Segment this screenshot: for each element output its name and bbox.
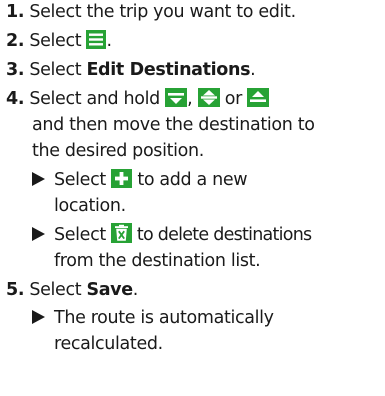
step-text: Select and hold	[29, 89, 166, 109]
bullet-triangle-icon	[32, 172, 45, 186]
substep-text-end: to delete destinations	[132, 225, 312, 245]
step-number: 1.	[6, 2, 25, 22]
substep-text: from the destination list.	[54, 251, 261, 271]
substep-text: Select	[54, 170, 112, 190]
edit-destinations-label: Edit Destinations	[86, 60, 251, 80]
step-number: 4.	[6, 89, 25, 109]
step-4-continued: and then move the destination to	[32, 113, 315, 137]
step-text: and then move the destination to	[32, 115, 315, 135]
separator: ,	[187, 89, 198, 109]
step-4-continued: the desired position.	[32, 139, 204, 163]
substep-text: The route is automatically	[54, 308, 274, 328]
step-4: 4. Select and hold , or	[6, 87, 270, 111]
substep-add-continued: location.	[54, 194, 126, 218]
step-text: the desired position.	[32, 141, 204, 161]
bullet-triangle-icon	[32, 227, 45, 241]
step-1: 1. Select the trip you want to edit.	[6, 0, 296, 24]
step-3: 3. Select Edit Destinations.	[6, 58, 256, 82]
step-number: 2.	[6, 31, 25, 51]
save-label: Save	[86, 280, 133, 300]
step-text-end: .	[250, 60, 256, 80]
step-text-end: .	[132, 280, 139, 300]
substep-text: location.	[54, 196, 126, 216]
substep-delete-continued: from the destination list.	[54, 249, 261, 273]
move-middle-icon	[165, 88, 188, 107]
substep-add: Select to add a new	[32, 168, 248, 192]
substep-recalc: The route is automatically	[32, 306, 274, 330]
substep-delete: Select to delete destinations	[32, 223, 312, 247]
step-text: Select	[29, 280, 87, 300]
step-number: 3.	[6, 60, 25, 80]
separator: or	[219, 89, 248, 109]
delete-icon	[111, 223, 133, 243]
substep-text: recalculated.	[54, 334, 163, 354]
step-number: 5.	[6, 280, 25, 300]
substep-text: Select	[54, 225, 112, 245]
step-2: 2. Select .	[6, 29, 112, 53]
step-5: 5. Select Save.	[6, 278, 138, 302]
step-text: Select	[29, 60, 87, 80]
step-text: Select the trip you want to edit.	[29, 2, 296, 22]
move-up-down-icon	[197, 88, 220, 107]
add-icon	[111, 169, 133, 188]
bullet-triangle-icon	[32, 310, 45, 324]
step-text: Select	[29, 31, 87, 51]
substep-text-end: to add a new	[132, 170, 248, 190]
substep-recalc-continued: recalculated.	[54, 332, 163, 356]
step-text-end: .	[106, 31, 112, 51]
move-top-icon	[247, 88, 270, 107]
menu-icon	[86, 30, 107, 49]
